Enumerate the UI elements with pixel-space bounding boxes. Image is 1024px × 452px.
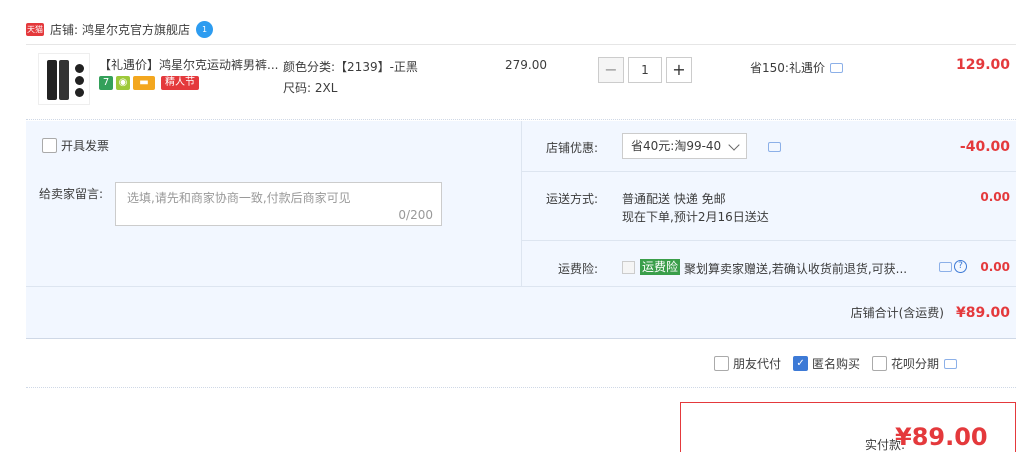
- shop-discount-value: 省40元:淘99-40: [631, 139, 722, 153]
- huabei-installment-option[interactable]: 花呗分期: [872, 355, 958, 372]
- shop-discount-amount: -40.00: [959, 139, 1010, 155]
- increase-button[interactable]: +: [666, 57, 692, 83]
- invoice-checkbox[interactable]: [42, 138, 57, 153]
- pay-amount: ¥89.00: [895, 423, 988, 451]
- anonymous-buy-checkbox[interactable]: ✓: [793, 356, 809, 371]
- insurance-label: 运费险:: [558, 262, 599, 276]
- divider: [522, 171, 1016, 172]
- huabei-checkbox[interactable]: [872, 356, 888, 371]
- decrease-button[interactable]: −: [598, 57, 624, 83]
- saving-text: 省150:礼遇价: [750, 61, 825, 75]
- shop-subtotal: 店铺合计(含运费) ¥89.00: [851, 304, 1010, 321]
- shipping-fee: 0.00: [980, 190, 1010, 204]
- product-tags: 7 ◉ ▬ 精人节: [99, 76, 199, 90]
- friend-pay-option[interactable]: 朋友代付: [714, 355, 781, 372]
- swatch-dot: [75, 64, 84, 73]
- guarantee-icon: ◉: [116, 76, 130, 90]
- shop-label: 店铺:: [50, 22, 79, 37]
- invoice-label: 开具发票: [61, 139, 110, 153]
- comment-icon[interactable]: [944, 358, 958, 369]
- divider: [26, 286, 1016, 287]
- comment-icon[interactable]: [829, 62, 843, 73]
- invoice-option[interactable]: 开具发票: [42, 137, 109, 154]
- shipping-label: 运送方式:: [546, 192, 599, 206]
- friend-pay-checkbox[interactable]: [714, 356, 729, 371]
- help-icon[interactable]: ?: [954, 260, 967, 273]
- card-icon: ▬: [133, 76, 155, 90]
- cart-item-row: 【礼遇价】鸿星尔克运动裤男裤... 7 ◉ ▬ 精人节 颜色分类:【2139】-…: [26, 44, 1016, 120]
- pant-shape: [47, 60, 57, 100]
- shipping-eta: 现在下单,预计2月16日送达: [622, 210, 769, 224]
- huabei-label: 花呗分期: [891, 357, 940, 371]
- divider: [26, 387, 1016, 388]
- item-total: 129.00: [955, 57, 1010, 73]
- seller-message-input[interactable]: 选填,请先和商家协商一致,付款后商家可见 0/200: [115, 182, 442, 226]
- comment-icon[interactable]: [768, 142, 781, 152]
- quantity-input[interactable]: 1: [628, 57, 662, 83]
- item-saving: 省150:礼遇价: [750, 59, 843, 76]
- festival-tag: 精人节: [161, 76, 199, 90]
- anonymous-buy-option[interactable]: ✓ 匿名购买: [793, 355, 860, 372]
- shop-discount-select[interactable]: 省40元:淘99-40: [622, 133, 747, 159]
- shop-header: 天猫 店铺: 鸿星尔克官方旗舰店 1: [26, 18, 214, 40]
- divider: [522, 240, 1016, 241]
- comment-icon[interactable]: [939, 261, 952, 272]
- swatch-dot: [75, 88, 84, 97]
- unit-price: 279.00: [505, 58, 547, 72]
- quantity-stepper: − 1 +: [598, 57, 692, 83]
- insurance-text: 聚划算卖家赠送,若确认收货前退货,可获...: [684, 262, 908, 276]
- subtotal-amount: ¥89.00: [955, 305, 1010, 321]
- insurance-checkbox: [622, 261, 635, 274]
- shop-name-link[interactable]: 鸿星尔克官方旗舰店: [82, 21, 190, 38]
- product-title-link[interactable]: 【礼遇价】鸿星尔克运动裤男裤...: [99, 56, 279, 73]
- insurance-tag: 运费险: [640, 259, 681, 275]
- message-char-count: 0/200: [398, 208, 433, 222]
- shop-discount-label: 店铺优惠:: [546, 141, 599, 155]
- anonymous-buy-label: 匿名购买: [812, 357, 861, 371]
- tmall-icon: 天猫: [26, 22, 44, 36]
- chat-icon[interactable]: 1: [196, 20, 214, 38]
- friend-pay-label: 朋友代付: [733, 357, 782, 371]
- product-thumbnail[interactable]: [38, 53, 90, 105]
- chevron-down-icon: [728, 139, 740, 151]
- shipping-method: 普通配送 快递 免邮: [622, 192, 726, 206]
- product-size-attr: 尺码: 2XL: [283, 81, 338, 95]
- message-label: 给卖家留言:: [39, 187, 104, 201]
- pant-shape: [59, 60, 69, 100]
- payment-options: 朋友代付 ✓ 匿名购买 花呗分期: [714, 355, 969, 372]
- message-placeholder: 选填,请先和商家协商一致,付款后商家可见: [127, 191, 351, 205]
- order-options-panel: 开具发票 给卖家留言: 选填,请先和商家协商一致,付款后商家可见 0/200 店…: [26, 121, 1016, 339]
- insurance-fee: 0.00: [980, 260, 1010, 274]
- payment-summary-box: 实付款: ¥89.00: [680, 402, 1016, 452]
- seven-day-return-icon: 7: [99, 76, 113, 90]
- subtotal-label: 店铺合计(含运费): [850, 306, 944, 320]
- product-color-attr: 颜色分类:【2139】-正黑: [283, 60, 418, 74]
- swatch-dot: [75, 76, 84, 85]
- divider: [521, 121, 522, 286]
- insurance-icons: ?: [939, 260, 967, 273]
